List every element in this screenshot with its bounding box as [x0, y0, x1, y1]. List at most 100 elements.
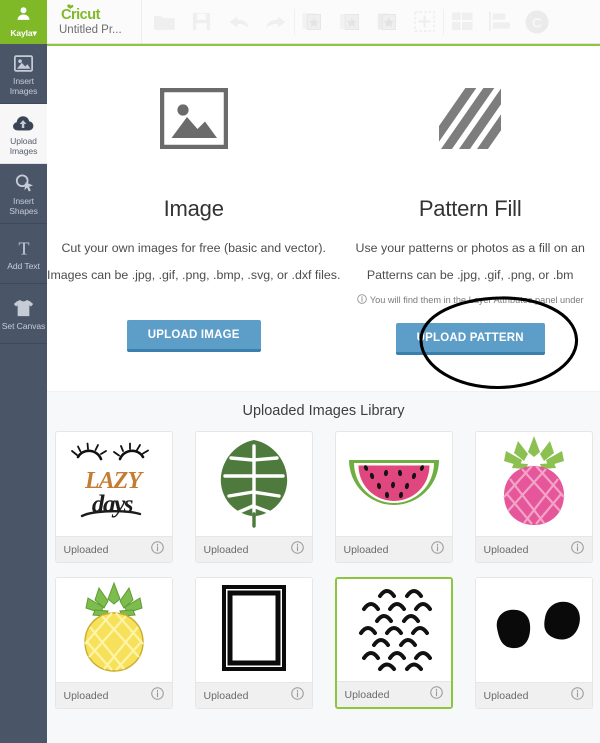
card-footer: Uploaded	[475, 682, 592, 708]
card-thumbnail	[336, 579, 451, 681]
user-menu[interactable]: Kayla▾	[0, 0, 47, 44]
image-card[interactable]: Uploaded	[474, 577, 593, 709]
header-toolbar: C	[142, 0, 600, 43]
select-all-icon[interactable]	[406, 0, 443, 44]
card-thumbnail	[195, 432, 312, 536]
option-desc-pattern-1: Use your patterns or photos as a fill on…	[355, 241, 585, 255]
upload-cloud-icon	[13, 113, 34, 133]
sidebar-label-line1: Upload	[10, 136, 37, 146]
set-canvas-shirt-icon	[13, 298, 34, 318]
cricut-cut-icon[interactable]: C	[518, 0, 555, 44]
upload-image-button[interactable]: UPLOAD IMAGE	[126, 320, 261, 352]
duplicate-layers-icon[interactable]	[295, 0, 332, 44]
card-thumbnail: LAZY days	[55, 432, 172, 536]
image-card-selected[interactable]: Uploaded	[334, 577, 453, 709]
sidebar-label-line1: Add Text	[7, 261, 40, 271]
option-desc-image-2: Images can be .jpg, .gif, .png, .bmp, .s…	[47, 268, 341, 282]
user-avatar-icon	[15, 5, 32, 27]
image-card[interactable]: Uploaded	[334, 431, 453, 563]
align-icon[interactable]	[481, 0, 518, 44]
info-icon[interactable]	[430, 540, 444, 559]
black-frame-art	[221, 584, 286, 676]
cricut-logo: Cricut	[59, 3, 141, 23]
info-icon[interactable]	[150, 686, 164, 705]
yellow-pineapple-art	[77, 581, 151, 680]
sidebar-item-add-text[interactable]: T Add Text	[0, 224, 47, 284]
open-folder-icon[interactable]	[146, 0, 183, 44]
upload-options-section: Image Cut your own images for free (basi…	[47, 46, 600, 391]
image-placeholder-icon	[159, 82, 228, 154]
card-footer: Uploaded	[195, 682, 312, 708]
main-panel: Image Cut your own images for free (basi…	[47, 46, 600, 743]
insert-images-icon	[14, 53, 33, 73]
image-card[interactable]: Uploaded	[194, 577, 313, 709]
image-card[interactable]: LAZY days Uploaded	[54, 431, 173, 563]
info-icon	[357, 294, 367, 306]
option-note-text: You will find them in the Layer Attribut…	[369, 295, 584, 305]
sidebar-label-line1: Set Canvas	[1, 321, 46, 331]
monstera-leaf-art	[215, 436, 293, 533]
group-layers-icon[interactable]	[332, 0, 369, 44]
card-footer: Uploaded	[336, 681, 451, 707]
add-text-icon: T	[15, 238, 33, 258]
info-icon[interactable]	[429, 685, 443, 704]
watermelon-slice-art	[346, 454, 442, 515]
upload-pattern-button[interactable]: UPLOAD PATTERN	[395, 323, 545, 355]
card-status: Uploaded	[203, 543, 249, 556]
option-title-pattern: Pattern Fill	[418, 196, 522, 221]
card-status: Uploaded	[343, 543, 389, 556]
card-thumbnail	[335, 432, 452, 536]
cricut-design-space-app: Kayla▾ Cricut Untitled Pr... C Insert Im…	[0, 0, 600, 743]
image-card[interactable]: Uploaded	[194, 431, 313, 563]
app-header: Kayla▾ Cricut Untitled Pr... C	[0, 0, 600, 44]
project-title[interactable]: Untitled Pr...	[59, 24, 141, 36]
brand-block: Cricut Untitled Pr...	[47, 0, 142, 43]
user-name-label: Kayla	[10, 28, 33, 38]
image-card-grid: LAZY days Uploaded Uploaded Uploaded Upl…	[47, 431, 600, 709]
card-thumbnail	[55, 578, 172, 682]
lazy-days-lettering-art: LAZY days	[66, 440, 162, 529]
card-status: Uploaded	[483, 543, 529, 556]
sidebar-label-line2: Images	[9, 146, 38, 156]
chevron-arc-pattern-art	[344, 582, 444, 679]
info-icon[interactable]	[290, 540, 304, 559]
svg-text:T: T	[18, 239, 29, 257]
pink-pineapple-art	[496, 435, 572, 534]
upload-option-image: Image Cut your own images for free (basi…	[47, 82, 340, 391]
sidebar-label-line2: Images	[9, 86, 38, 96]
info-icon[interactable]	[570, 686, 584, 705]
info-icon[interactable]	[290, 686, 304, 705]
left-sidebar: Insert Images Upload Images Insert Shape…	[0, 44, 47, 743]
image-card[interactable]: Uploaded	[54, 577, 173, 709]
sidebar-item-upload-images[interactable]: Upload Images	[0, 104, 47, 164]
card-footer: Uploaded	[195, 536, 312, 562]
sidebar-label-line2: Shapes	[9, 206, 38, 216]
insert-shapes-icon	[14, 173, 34, 193]
image-card[interactable]: Uploaded	[474, 431, 593, 563]
sidebar-item-set-canvas[interactable]: Set Canvas	[0, 284, 47, 344]
black-blobs-art	[483, 592, 585, 669]
card-thumbnail	[195, 578, 312, 682]
upload-option-pattern: Pattern Fill Use your patterns or photos…	[340, 82, 600, 391]
svg-text:Cricut: Cricut	[61, 7, 101, 22]
card-status: Uploaded	[344, 688, 390, 701]
card-footer: Uploaded	[55, 536, 172, 562]
save-icon[interactable]	[183, 0, 220, 44]
card-footer: Uploaded	[335, 536, 452, 562]
undo-icon[interactable]	[220, 0, 257, 44]
arrange-grid-icon[interactable]	[444, 0, 481, 44]
option-note-pattern: You will find them in the Layer Attribut…	[357, 294, 584, 306]
svg-text:C: C	[532, 14, 542, 30]
card-status: Uploaded	[63, 543, 109, 556]
info-icon[interactable]	[150, 540, 164, 559]
card-footer: Uploaded	[475, 536, 592, 562]
sidebar-item-insert-shapes[interactable]: Insert Shapes	[0, 164, 47, 224]
card-status: Uploaded	[203, 689, 249, 702]
redo-icon[interactable]	[257, 0, 294, 44]
flatten-layers-icon[interactable]	[369, 0, 406, 44]
sidebar-item-insert-images[interactable]: Insert Images	[0, 44, 47, 104]
option-title-image: Image	[163, 196, 224, 221]
info-icon[interactable]	[570, 540, 584, 559]
user-caret-icon: ▾	[32, 28, 37, 38]
library-title: Uploaded Images Library	[242, 403, 405, 419]
